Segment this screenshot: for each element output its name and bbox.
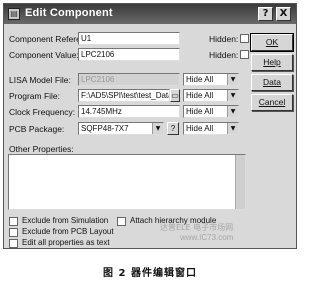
program-visibility-value: Hide All xyxy=(186,91,214,100)
watermark-url: www.IC73.com xyxy=(180,233,234,242)
app-icon: ▤ xyxy=(8,8,20,20)
program-file-label: Program File: xyxy=(9,91,61,101)
component-value-label: Component Value: xyxy=(9,50,79,60)
chevron-down-icon: ▼ xyxy=(227,90,238,101)
pcb-visibility-value: Hide All xyxy=(186,124,214,133)
cancel-button[interactable]: Cancel xyxy=(251,94,293,111)
figure-caption: 图 2 器件编辑窗口 xyxy=(103,268,197,279)
component-value-input[interactable]: LPC2106 xyxy=(78,48,180,61)
component-referer-label: Component Referer: xyxy=(9,34,87,44)
referer-hidden-label: Hidden: xyxy=(209,34,239,44)
component-referer-input[interactable]: U1 xyxy=(78,32,180,45)
value-hidden-checkbox[interactable] xyxy=(240,50,249,59)
other-properties-textarea[interactable] xyxy=(8,154,246,210)
cancel-button-label: Cancel xyxy=(258,97,286,107)
exclude-pcb-label: Exclude from PCB Layout xyxy=(22,227,114,236)
clock-frequency-label: Clock Frequency: xyxy=(9,107,76,117)
edit-component-dialog: ▤ Edit Component ? X Component Referer: … xyxy=(3,3,297,249)
attach-hierarchy-checkbox[interactable] xyxy=(117,217,126,226)
program-file-input[interactable]: F:\AD5\SPI\test\test_Data xyxy=(78,89,170,102)
pcb-visibility-select[interactable]: Hide All ▼ xyxy=(183,122,239,135)
dialog-title: Edit Component xyxy=(25,7,113,19)
edit-all-text-label: Edit all properties as text xyxy=(22,238,110,247)
data-button-label: Data xyxy=(263,77,281,87)
pcb-package-value: SQFP48-7X7 xyxy=(81,124,129,133)
ok-button-label: OK xyxy=(265,37,279,47)
folder-browse-icon[interactable]: ▭ xyxy=(170,89,180,102)
pcb-package-select[interactable]: SQFP48-7X7 ▼ xyxy=(78,122,164,135)
ok-button[interactable]: OK xyxy=(250,33,294,52)
lisa-visibility-select[interactable]: Hide All ▼ xyxy=(183,73,239,86)
program-visibility-select[interactable]: Hide All ▼ xyxy=(183,89,239,102)
scrollbar[interactable] xyxy=(235,155,245,209)
help-button[interactable]: Help xyxy=(251,54,293,71)
pcb-package-label: PCB Package: xyxy=(9,124,65,134)
watermark-text: 达普ELE 电子市场网 xyxy=(160,223,234,232)
exclude-simulation-label: Exclude from Simulation xyxy=(22,216,109,225)
exclude-simulation-checkbox[interactable] xyxy=(9,217,18,226)
pcb-package-help-button[interactable]: ? xyxy=(167,122,179,135)
data-button[interactable]: Data xyxy=(251,74,293,91)
chevron-down-icon: ▼ xyxy=(227,123,238,134)
value-hidden-label: Hidden: xyxy=(209,50,239,60)
referer-hidden-checkbox[interactable] xyxy=(240,34,249,43)
help-button-label: Help xyxy=(263,57,281,67)
title-bar[interactable]: ▤ Edit Component ? X xyxy=(4,4,296,24)
chevron-down-icon: ▼ xyxy=(227,74,238,85)
help-title-button[interactable]: ? xyxy=(258,7,273,21)
clock-visibility-value: Hide All xyxy=(186,107,214,116)
exclude-pcb-checkbox[interactable] xyxy=(9,228,18,237)
edit-all-text-checkbox[interactable] xyxy=(9,239,18,248)
lisa-visibility-value: Hide All xyxy=(186,75,214,84)
clock-frequency-input[interactable]: 14.745MHz xyxy=(78,105,180,118)
chevron-down-icon: ▼ xyxy=(152,123,163,134)
clock-visibility-select[interactable]: Hide All ▼ xyxy=(183,105,239,118)
lisa-model-file-label: LISA Model File: xyxy=(9,75,71,85)
close-button[interactable]: X xyxy=(276,7,291,21)
other-properties-label: Other Properties: xyxy=(9,144,74,154)
lisa-model-file-input: LPC2106 xyxy=(78,73,180,86)
chevron-down-icon: ▼ xyxy=(227,106,238,117)
